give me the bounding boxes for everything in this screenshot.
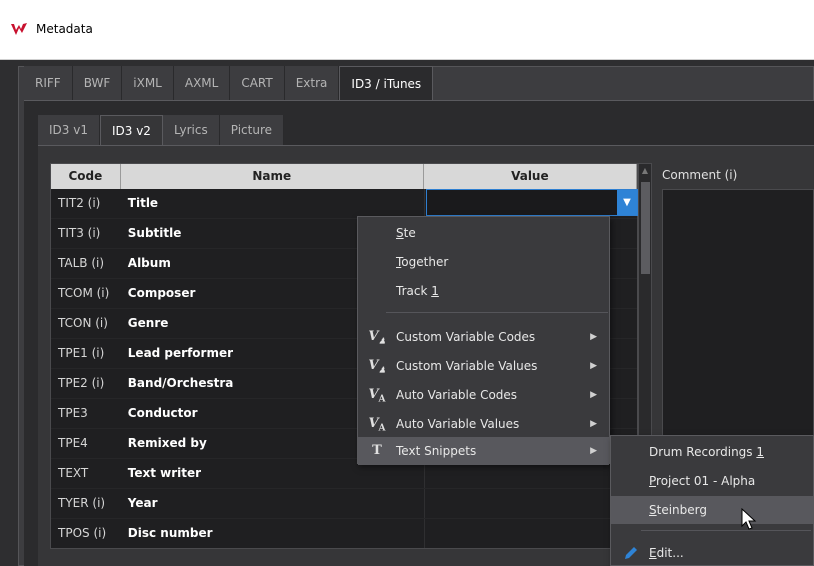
cell-code: TPE1 (i) (58, 346, 105, 360)
dropdown-arrow-icon[interactable]: ▼ (617, 190, 637, 215)
tab-cart[interactable]: CART (230, 66, 285, 100)
cell-code: TPE4 (58, 436, 88, 450)
menu-item-label: Steinberg (649, 503, 707, 517)
snippet-item-steinberg[interactable]: Steinberg (611, 496, 813, 524)
table-row[interactable]: TPOS (i) Disc number (51, 519, 637, 548)
cell-code: TCOM (i) (58, 286, 110, 300)
column-header-value[interactable]: Value (424, 164, 637, 189)
menu-item-label: Together (396, 255, 449, 269)
snippet-item-drum-recordings[interactable]: Drum Recordings 1 (611, 438, 813, 466)
tab-picture[interactable]: Picture (219, 115, 285, 145)
snippet-item-project-01-alpha[interactable]: Project 01 - Alpha (611, 467, 813, 495)
tab-axml[interactable]: AXML (173, 66, 231, 100)
cell-name: Title (127, 196, 159, 210)
tab-id3-v1[interactable]: ID3 v1 (38, 115, 100, 145)
tab-id3-v2[interactable]: ID3 v2 (99, 115, 163, 145)
title-bar: Metadata (0, 0, 814, 60)
tab-ixml[interactable]: iXML (122, 66, 174, 100)
column-header-name[interactable]: Name (121, 164, 424, 189)
cell-code: TCON (i) (58, 316, 108, 330)
menu-item-auto-variable-values[interactable]: VA Auto Variable Values ▶ (358, 410, 609, 438)
mouse-cursor-icon (741, 508, 757, 530)
cell-code: TPE3 (58, 406, 88, 420)
comment-textarea[interactable] (662, 189, 814, 439)
cell-name: Year (127, 496, 158, 510)
window-title: Metadata (36, 22, 93, 36)
submenu-arrow-icon: ▶ (590, 361, 597, 371)
menu-item-label: Edit... (649, 546, 684, 560)
submenu-arrow-icon: ▶ (590, 390, 597, 400)
top-tab-bar: RIFF BWF iXML AXML CART Extra ID3 / iTun… (24, 66, 434, 102)
value-dropdown[interactable]: ▼ (426, 189, 638, 216)
cell-code: TYER (i) (58, 496, 106, 510)
submenu-arrow-icon: ▶ (590, 446, 597, 456)
submenu-arrow-icon: ▶ (590, 332, 597, 342)
auto-variable-icon: VA (368, 387, 386, 405)
menu-item-recent-together[interactable]: Together (358, 248, 609, 276)
menu-item-label: Track 1 (396, 284, 439, 298)
menu-item-auto-variable-codes[interactable]: VA Auto Variable Codes ▶ (358, 381, 609, 409)
tab-extra[interactable]: Extra (284, 66, 340, 100)
menu-item-recent-track-1[interactable]: Track 1 (358, 277, 609, 305)
menu-item-label: Ste (396, 226, 416, 240)
custom-variable-icon: V♟ (368, 358, 386, 375)
text-snippets-submenu: Drum Recordings 1 Project 01 - Alpha Ste… (610, 435, 814, 566)
menu-item-label: Custom Variable Values (396, 359, 538, 373)
menu-item-label: Drum Recordings 1 (649, 445, 765, 459)
menu-divider (386, 312, 608, 313)
cell-code: TPE2 (i) (58, 376, 105, 390)
tab-bwf[interactable]: BWF (72, 66, 123, 100)
value-context-menu: Ste Together Track 1 V♟ Custom Variable … (357, 216, 610, 465)
custom-variable-icon: V♟ (368, 329, 386, 346)
text-icon: T (372, 443, 382, 458)
menu-item-custom-variable-values[interactable]: V♟ Custom Variable Values ▶ (358, 352, 609, 380)
menu-item-recent-ste[interactable]: Ste (358, 219, 609, 247)
menu-item-label: Text Snippets (396, 444, 477, 458)
table-row[interactable]: TYER (i) Year (51, 489, 637, 519)
cell-code: TIT2 (i) (58, 196, 101, 210)
submenu-arrow-icon: ▶ (590, 419, 597, 429)
cell-code: TEXT (58, 466, 89, 480)
column-header-code[interactable]: Code (51, 164, 121, 189)
app-logo-icon (11, 23, 27, 35)
menu-divider (641, 530, 811, 531)
menu-item-label: Auto Variable Codes (396, 388, 518, 402)
menu-item-label: Auto Variable Values (396, 417, 520, 431)
menu-item-text-snippets[interactable]: T Text Snippets ▶ (358, 437, 609, 465)
cell-code: TIT3 (i) (58, 226, 101, 240)
cell-code: TPOS (i) (58, 526, 107, 540)
menu-item-label: Custom Variable Codes (396, 330, 536, 344)
cell-value[interactable] (423, 489, 637, 518)
pencil-icon (625, 547, 637, 559)
cell-name: Disc number (127, 526, 213, 540)
tab-riff[interactable]: RIFF (24, 66, 73, 100)
comment-label: Comment (i) (662, 168, 738, 182)
tab-id3-itunes[interactable]: ID3 / iTunes (339, 66, 434, 102)
table-header: Code Name Value (51, 164, 637, 189)
cell-code: TALB (i) (58, 256, 105, 270)
menu-item-label: Project 01 - Alpha (649, 474, 756, 488)
cell-value[interactable] (423, 519, 637, 548)
sub-tab-bar: ID3 v1 ID3 v2 Lyrics Picture (38, 115, 285, 145)
scrollbar-thumb[interactable] (641, 182, 650, 274)
tab-lyrics[interactable]: Lyrics (162, 115, 220, 145)
scroll-up-icon[interactable]: ▲ (639, 164, 651, 178)
menu-item-custom-variable-codes[interactable]: V♟ Custom Variable Codes ▶ (358, 323, 609, 351)
snippet-edit-menu-item[interactable]: Edit... (611, 539, 813, 566)
